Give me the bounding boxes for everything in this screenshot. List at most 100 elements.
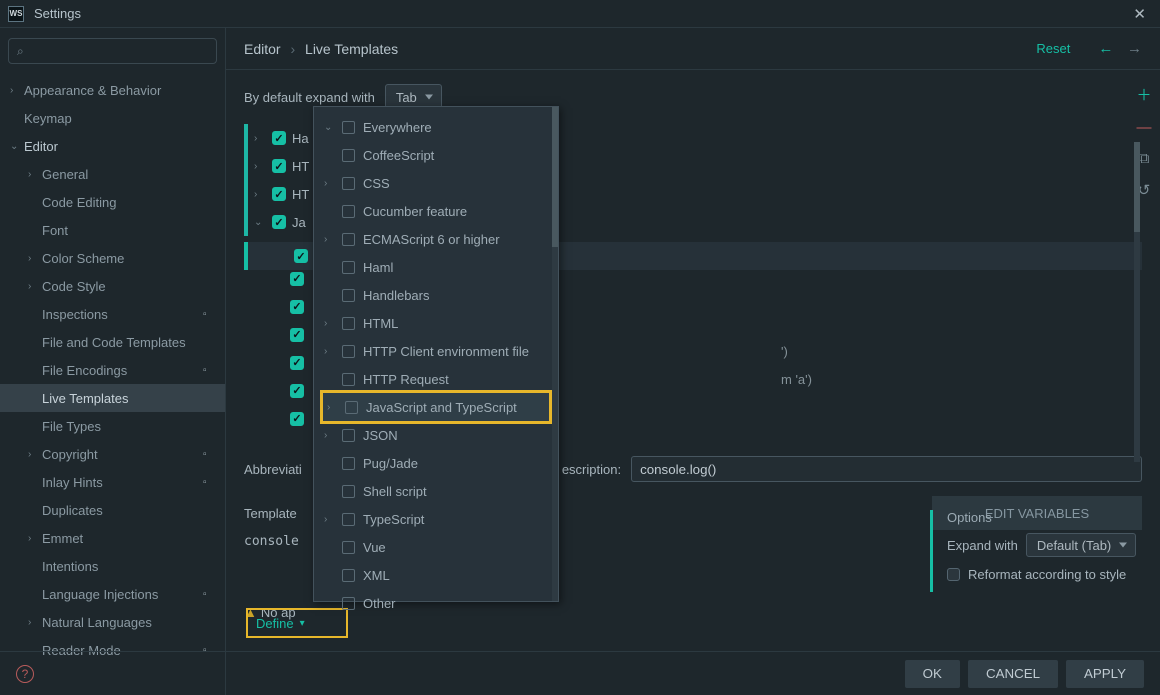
titlebar: WS Settings ✕ (0, 0, 1160, 28)
context-item[interactable]: Haml (314, 253, 558, 281)
context-item[interactable]: Cucumber feature (314, 197, 558, 225)
context-item[interactable]: Other (314, 589, 558, 617)
sidebar: ⌕ ›Appearance & BehaviorKeymap⌄Editor›Ge… (0, 28, 226, 695)
context-popup: ⌄EverywhereCoffeeScript›CSSCucumber feat… (313, 106, 559, 602)
search-input[interactable]: ⌕ (8, 38, 217, 64)
context-checkbox[interactable] (342, 121, 355, 134)
abbreviation-label: Abbreviati (244, 462, 302, 477)
close-icon[interactable]: ✕ (1127, 5, 1152, 23)
remove-icon[interactable]: — (1137, 119, 1152, 136)
context-item[interactable]: CoffeeScript (314, 141, 558, 169)
context-checkbox[interactable] (342, 149, 355, 162)
options-title: Options (947, 510, 1140, 525)
context-checkbox[interactable] (342, 345, 355, 358)
context-checkbox[interactable] (342, 597, 355, 610)
context-checkbox[interactable] (342, 289, 355, 302)
template-checkbox[interactable] (294, 249, 308, 263)
context-checkbox[interactable] (342, 261, 355, 274)
context-item[interactable]: ›ECMAScript 6 or higher (314, 225, 558, 253)
context-item[interactable]: ⌄Everywhere (314, 113, 558, 141)
sidebar-item[interactable]: ⌄Editor (0, 132, 225, 160)
context-item[interactable]: XML (314, 561, 558, 589)
ok-button[interactable]: OK (905, 660, 960, 688)
context-checkbox[interactable] (342, 569, 355, 582)
group-checkbox[interactable] (272, 159, 286, 173)
sidebar-item[interactable]: ›Color Scheme (0, 244, 225, 272)
help-icon[interactable]: ? (16, 665, 34, 683)
chevron-down-icon: ▾ (300, 618, 305, 629)
description-label: escription: (562, 462, 621, 477)
sidebar-item[interactable]: File and Code Templates (0, 328, 225, 356)
scrollbar-thumb[interactable] (1134, 142, 1140, 232)
sidebar-item[interactable]: ›Code Style (0, 272, 225, 300)
group-checkbox[interactable] (272, 215, 286, 229)
template-checkbox[interactable] (290, 272, 304, 286)
reset-link[interactable]: Reset (1036, 41, 1070, 56)
options-panel: Options Expand with Default (Tab) Reform… (930, 510, 1140, 592)
sidebar-item[interactable]: Language Injections▫ (0, 580, 225, 608)
sidebar-item[interactable]: ›Appearance & Behavior (0, 76, 225, 104)
back-icon[interactable]: ← (1098, 40, 1113, 57)
apply-button[interactable]: APPLY (1066, 660, 1144, 688)
context-item[interactable]: ›JSON (314, 421, 558, 449)
context-checkbox[interactable] (342, 513, 355, 526)
forward-icon[interactable]: → (1127, 40, 1142, 57)
options-expand-select[interactable]: Default (Tab) (1026, 533, 1136, 557)
sidebar-item[interactable]: ›Emmet (0, 524, 225, 552)
template-checkbox[interactable] (290, 356, 304, 370)
context-item[interactable]: ›TypeScript (314, 505, 558, 533)
sidebar-item[interactable]: Keymap (0, 104, 225, 132)
expand-with-label: By default expand with (244, 90, 375, 105)
context-checkbox[interactable] (342, 205, 355, 218)
context-checkbox[interactable] (342, 177, 355, 190)
template-checkbox[interactable] (290, 300, 304, 314)
sidebar-item[interactable]: Inlay Hints▫ (0, 468, 225, 496)
sidebar-item[interactable]: Inspections▫ (0, 300, 225, 328)
context-item[interactable]: Pug/Jade (314, 449, 558, 477)
sidebar-item[interactable]: Intentions (0, 552, 225, 580)
template-checkbox[interactable] (290, 412, 304, 426)
breadcrumb: Editor › Live Templates (244, 41, 1036, 57)
search-icon: ⌕ (17, 44, 24, 59)
context-checkbox[interactable] (342, 485, 355, 498)
context-item[interactable]: ›JavaScript and TypeScript (320, 390, 552, 424)
sidebar-item[interactable]: Duplicates (0, 496, 225, 524)
context-checkbox[interactable] (345, 401, 358, 414)
context-item[interactable]: Vue (314, 533, 558, 561)
sidebar-item[interactable]: Code Editing (0, 188, 225, 216)
context-item[interactable]: ›HTTP Client environment file (314, 337, 558, 365)
context-item[interactable]: ›HTML (314, 309, 558, 337)
context-item[interactable]: Shell script (314, 477, 558, 505)
context-checkbox[interactable] (342, 541, 355, 554)
group-checkbox[interactable] (272, 187, 286, 201)
sidebar-item[interactable]: File Encodings▫ (0, 356, 225, 384)
template-checkbox[interactable] (290, 384, 304, 398)
context-checkbox[interactable] (342, 373, 355, 386)
reformat-checkbox[interactable] (947, 568, 960, 581)
group-checkbox[interactable] (272, 131, 286, 145)
context-checkbox[interactable] (342, 457, 355, 470)
sidebar-item[interactable]: ›Copyright▫ (0, 440, 225, 468)
context-checkbox[interactable] (342, 317, 355, 330)
context-item[interactable]: Handlebars (314, 281, 558, 309)
add-icon[interactable]: ＋ (1136, 84, 1151, 105)
template-checkbox[interactable] (290, 328, 304, 342)
window-title: Settings (34, 6, 1127, 21)
sidebar-item[interactable]: File Types (0, 412, 225, 440)
template-text-label: Template (244, 506, 297, 521)
options-expand-label: Expand with (947, 538, 1018, 553)
reformat-label: Reformat according to style (968, 567, 1126, 582)
context-item[interactable]: HTTP Request (314, 365, 558, 393)
context-checkbox[interactable] (342, 233, 355, 246)
cancel-button[interactable]: CANCEL (968, 660, 1058, 688)
context-checkbox[interactable] (342, 429, 355, 442)
sidebar-item[interactable]: ›General (0, 160, 225, 188)
template-preview-text-2: m 'a') (781, 372, 812, 387)
sidebar-item[interactable]: ›Natural Languages (0, 608, 225, 636)
copy-icon[interactable]: ⧉ (1139, 150, 1150, 167)
context-item[interactable]: ›CSS (314, 169, 558, 197)
app-logo: WS (8, 6, 24, 22)
sidebar-item[interactable]: Font (0, 216, 225, 244)
sidebar-item[interactable]: Live Templates (0, 384, 225, 412)
description-input[interactable] (631, 456, 1142, 482)
